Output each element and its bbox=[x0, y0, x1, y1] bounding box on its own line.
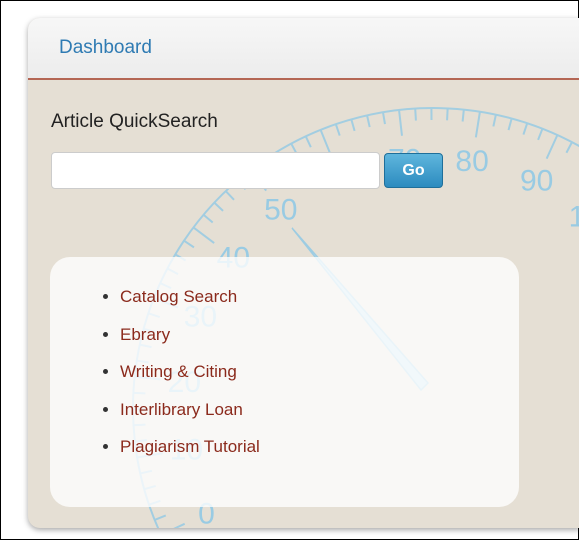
list-item: Ebrary bbox=[120, 325, 260, 344]
gauge-minor-tick bbox=[334, 123, 341, 136]
go-button[interactable]: Go bbox=[384, 153, 443, 188]
gauge-minor-tick bbox=[202, 213, 214, 224]
link-catalog-search[interactable]: Catalog Search bbox=[120, 287, 237, 306]
gauge-major-tick bbox=[319, 129, 332, 155]
gauge-minor-tick bbox=[225, 190, 235, 201]
gauge-minor-tick bbox=[446, 108, 449, 121]
link-plagiarism-tutorial[interactable]: Plagiarism Tutorial bbox=[120, 437, 260, 456]
gauge-major-tick bbox=[192, 226, 215, 244]
gauge-tick-label: 50 bbox=[264, 194, 297, 227]
link-writing-citing[interactable]: Writing & Citing bbox=[120, 362, 237, 381]
list-item: Writing & Citing bbox=[120, 362, 260, 381]
gauge-minor-tick bbox=[507, 118, 513, 131]
panel-header: Dashboard bbox=[28, 18, 579, 80]
gauge-tick-label: 80 bbox=[455, 145, 488, 178]
gauge-tick-label: 90 bbox=[520, 165, 553, 198]
gauge-minor-tick bbox=[183, 239, 195, 249]
panel-title: Dashboard bbox=[59, 37, 152, 58]
gauge-minor-tick bbox=[350, 119, 356, 132]
quicksearch-input[interactable] bbox=[51, 152, 380, 189]
quick-links-box: Catalog Search Ebrary Writing & Citing I… bbox=[50, 257, 519, 507]
gauge-minor-tick bbox=[414, 108, 417, 121]
list-item: Plagiarism Tutorial bbox=[120, 437, 260, 456]
quick-links-list: Catalog Search Ebrary Writing & Citing I… bbox=[50, 287, 260, 475]
gauge-minor-tick bbox=[213, 201, 224, 212]
dashboard-panel: 0102030405060708090100 Dashboard Article… bbox=[28, 18, 579, 528]
list-item: Interlibrary Loan bbox=[120, 400, 260, 419]
gauge-minor-tick bbox=[381, 112, 386, 125]
gauge-major-tick bbox=[474, 111, 481, 138]
gauge-minor-tick bbox=[565, 141, 573, 154]
gauge-minor-tick bbox=[522, 122, 529, 135]
list-item: Catalog Search bbox=[120, 287, 260, 306]
gauge-minor-tick bbox=[461, 109, 465, 122]
gauge-major-tick bbox=[173, 522, 186, 528]
gauge-major-tick bbox=[545, 134, 559, 160]
quicksearch-label: Article QuickSearch bbox=[51, 111, 218, 132]
gauge-minor-tick bbox=[492, 114, 497, 127]
gauge-minor-tick bbox=[537, 128, 544, 141]
link-interlibrary-loan[interactable]: Interlibrary Loan bbox=[120, 400, 243, 419]
gauge-minor-tick bbox=[154, 514, 167, 521]
gauge-major-tick bbox=[398, 109, 403, 136]
screenshot-frame: 0102030405060708090100 Dashboard Article… bbox=[0, 0, 579, 540]
gauge-minor-tick bbox=[304, 135, 312, 148]
gauge-tick-label: 100 bbox=[569, 200, 579, 233]
link-ebrary[interactable]: Ebrary bbox=[120, 325, 170, 344]
gauge-minor-tick bbox=[366, 115, 371, 128]
